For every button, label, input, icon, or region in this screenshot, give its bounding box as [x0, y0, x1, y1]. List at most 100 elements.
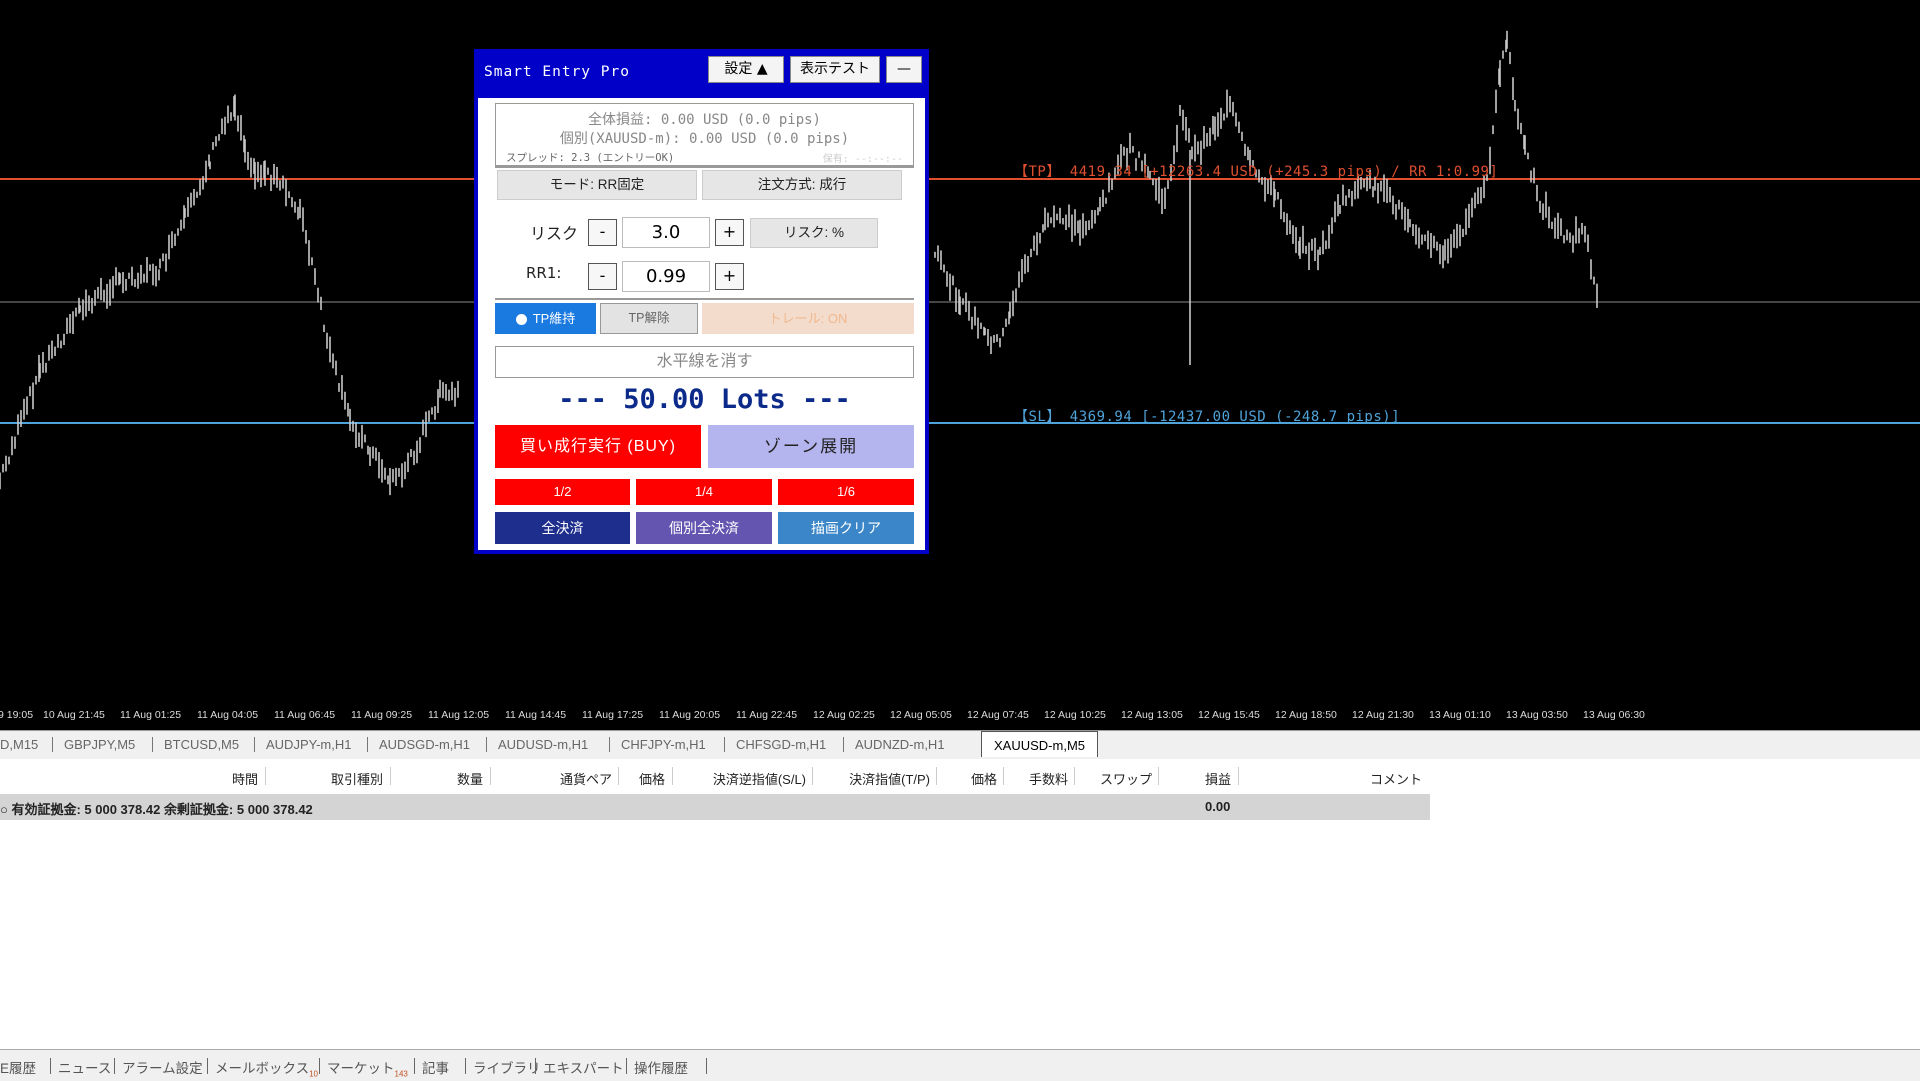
terminal-tab-label: E履歴 — [0, 1061, 37, 1076]
time-axis-tick: 13 Aug 06:30 — [1583, 709, 1645, 721]
settings-button[interactable]: 設定 ▲ — [708, 56, 784, 83]
table-column-header[interactable]: 時間 — [232, 769, 258, 788]
smart-entry-pro-panel[interactable]: Smart Entry Pro 設定 ▲ 表示テスト — 全体損益: 0.00 … — [474, 49, 929, 554]
tab-separator — [486, 737, 487, 752]
symbol-tab[interactable]: AUDSGD-m,H1 — [379, 737, 470, 752]
terminal-tab[interactable]: メールボックス10 — [215, 1057, 318, 1079]
symbol-tab[interactable]: D,M15 — [0, 737, 38, 752]
zone-expand-button[interactable]: ゾーン展開 — [708, 425, 914, 468]
partial-close-sixth-button[interactable]: 1/6 — [778, 479, 914, 505]
tp-release-button[interactable]: TP解除 — [600, 303, 698, 334]
tab-separator — [254, 737, 255, 752]
table-column-header[interactable]: スワップ — [1100, 769, 1152, 788]
tab-separator — [843, 737, 844, 752]
mode-button[interactable]: モード: RR固定 — [497, 170, 697, 200]
terminal-tab[interactable]: 操作履歴 — [634, 1057, 688, 1077]
tab-separator — [319, 1058, 320, 1074]
terminal-tab-label: ニュース — [58, 1061, 112, 1076]
rr-decrease-button[interactable]: - — [588, 263, 617, 290]
table-column-header[interactable]: 通貨ペア — [560, 769, 612, 788]
risk-increase-button[interactable]: + — [715, 219, 744, 246]
terminal-tab[interactable]: アラーム設定 — [122, 1057, 203, 1077]
terminal-tab-label: 操作履歴 — [634, 1061, 688, 1076]
terminal-tab[interactable]: エキスパート — [543, 1057, 624, 1077]
risk-input[interactable]: 3.0 — [622, 217, 710, 248]
symbol-tab[interactable]: CHFSGD-m,H1 — [736, 737, 826, 752]
hold-time-text: 保有: --:--:-- — [822, 154, 903, 165]
column-separator — [490, 767, 491, 785]
rr-increase-button[interactable]: + — [715, 263, 744, 290]
risk-decrease-button[interactable]: - — [588, 219, 617, 246]
symbol-tab[interactable]: AUDNZD-m,H1 — [855, 737, 945, 752]
symbol-tab[interactable]: BTCUSD,M5 — [164, 737, 239, 752]
close-individual-button[interactable]: 個別全決済 — [636, 512, 772, 544]
symbol-tab[interactable]: AUDUSD-m,H1 — [498, 737, 588, 752]
terminal-tab-label: エキスパート — [543, 1061, 624, 1076]
tab-separator — [465, 1058, 466, 1074]
column-separator — [1238, 767, 1239, 785]
symbol-tab[interactable]: GBPJPY,M5 — [64, 737, 135, 752]
time-axis-tick: 9 19:05 — [0, 709, 34, 721]
time-axis-tick: 12 Aug 07:45 — [967, 709, 1029, 721]
table-column-header[interactable]: 価格 — [639, 769, 665, 788]
table-column-header[interactable]: コメント — [1370, 769, 1422, 788]
pl-info-box: 全体損益: 0.00 USD (0.0 pips) 個別(XAUUSD-m): … — [495, 103, 914, 166]
tab-separator — [52, 737, 53, 752]
time-axis-tick: 12 Aug 15:45 — [1198, 709, 1260, 721]
rr-input[interactable]: 0.99 — [622, 261, 710, 292]
clear-drawing-button[interactable]: 描画クリア — [778, 512, 914, 544]
column-separator — [265, 767, 266, 785]
table-column-header[interactable]: 手数料 — [1029, 769, 1068, 788]
tab-separator — [114, 1058, 115, 1074]
time-axis-tick: 13 Aug 01:10 — [1429, 709, 1491, 721]
risk-unit-button[interactable]: リスク: % — [750, 218, 878, 248]
time-axis-tick: 10 Aug 21:45 — [43, 709, 105, 721]
clear-hline-button[interactable]: 水平線を消す — [495, 346, 914, 378]
tp-keep-toggle[interactable]: TP維持 — [495, 303, 596, 334]
panel-title: Smart Entry Pro — [484, 64, 630, 80]
trail-toggle[interactable]: トレール: ON — [702, 303, 914, 334]
divider — [495, 166, 914, 168]
time-axis-tick: 11 Aug 17:25 — [582, 709, 644, 721]
buy-market-button[interactable]: 買い成行実行 (BUY) — [495, 425, 701, 468]
table-column-header[interactable]: 決済逆指値(S/L) — [713, 769, 806, 788]
table-column-header[interactable]: 取引種別 — [331, 769, 383, 788]
risk-label: リスク — [530, 224, 579, 243]
partial-close-quarter-button[interactable]: 1/4 — [636, 479, 772, 505]
tab-separator — [207, 1058, 208, 1074]
symbol-tab[interactable]: AUDJPY-m,H1 — [266, 737, 351, 752]
tp-keep-label: TP維持 — [532, 311, 576, 326]
panel-body: 全体損益: 0.00 USD (0.0 pips) 個別(XAUUSD-m): … — [478, 98, 925, 550]
terminal-tab[interactable]: E履歴 — [0, 1057, 36, 1077]
price-chart[interactable]: 【TP】 4419.34 [+12263.4 USD (+245.3 pips)… — [0, 0, 1920, 730]
trade-terminal: 時間 取引種別 数量 通貨ペア 価格 決済逆指値(S/L) 決済指値(T/P) 価格 手数料 スワ… — [0, 759, 1920, 1049]
table-column-header[interactable]: 決済指値(T/P) — [849, 769, 930, 788]
order-type-button[interactable]: 注文方式: 成行 — [702, 170, 902, 200]
column-separator — [1074, 767, 1075, 785]
time-axis-tick: 11 Aug 01:25 — [120, 709, 182, 721]
time-axis-tick: 11 Aug 09:25 — [351, 709, 413, 721]
terminal-tab[interactable]: 記事 — [422, 1057, 449, 1077]
table-column-header[interactable]: 数量 — [457, 769, 483, 788]
symbol-tab[interactable]: XAUUSD-m,M5 — [981, 731, 1099, 757]
close-all-button[interactable]: 全決済 — [495, 512, 630, 544]
balance-row[interactable]: ○ 有効証拠金: 5 000 378.42 余剰証拠金: 5 000 378.4… — [0, 794, 1430, 820]
table-column-header[interactable]: 価格 — [971, 769, 997, 788]
column-separator — [1003, 767, 1004, 785]
tab-separator — [414, 1058, 415, 1074]
time-axis-tick: 11 Aug 14:45 — [505, 709, 567, 721]
table-column-header[interactable]: 損益 — [1205, 769, 1231, 788]
tab-separator — [535, 1058, 536, 1074]
terminal-tab[interactable]: マーケット143 — [327, 1057, 408, 1079]
minimize-button[interactable]: — — [886, 56, 922, 83]
terminal-tab[interactable]: ニュース — [58, 1057, 111, 1077]
partial-close-half-button[interactable]: 1/2 — [495, 479, 630, 505]
symbol-tab[interactable]: CHFJPY-m,H1 — [621, 737, 706, 752]
display-test-button[interactable]: 表示テスト — [790, 56, 880, 83]
total-pl-text: 全体損益: 0.00 USD (0.0 pips) — [587, 112, 821, 128]
terminal-tab-label: ライブラリ — [473, 1061, 541, 1076]
terminal-tab[interactable]: ライブラリ — [473, 1057, 541, 1077]
terminal-tabs: E履歴 ニュース アラーム設定 メールボックス10 マーケット143 記事 ライブラリ エキス… — [0, 1049, 1920, 1081]
balance-value: 有効証拠金: 5 000 378.42 余剰証拠金: 5 000 378.42 — [11, 802, 313, 817]
terminal-tab-label: マーケット — [327, 1061, 395, 1076]
